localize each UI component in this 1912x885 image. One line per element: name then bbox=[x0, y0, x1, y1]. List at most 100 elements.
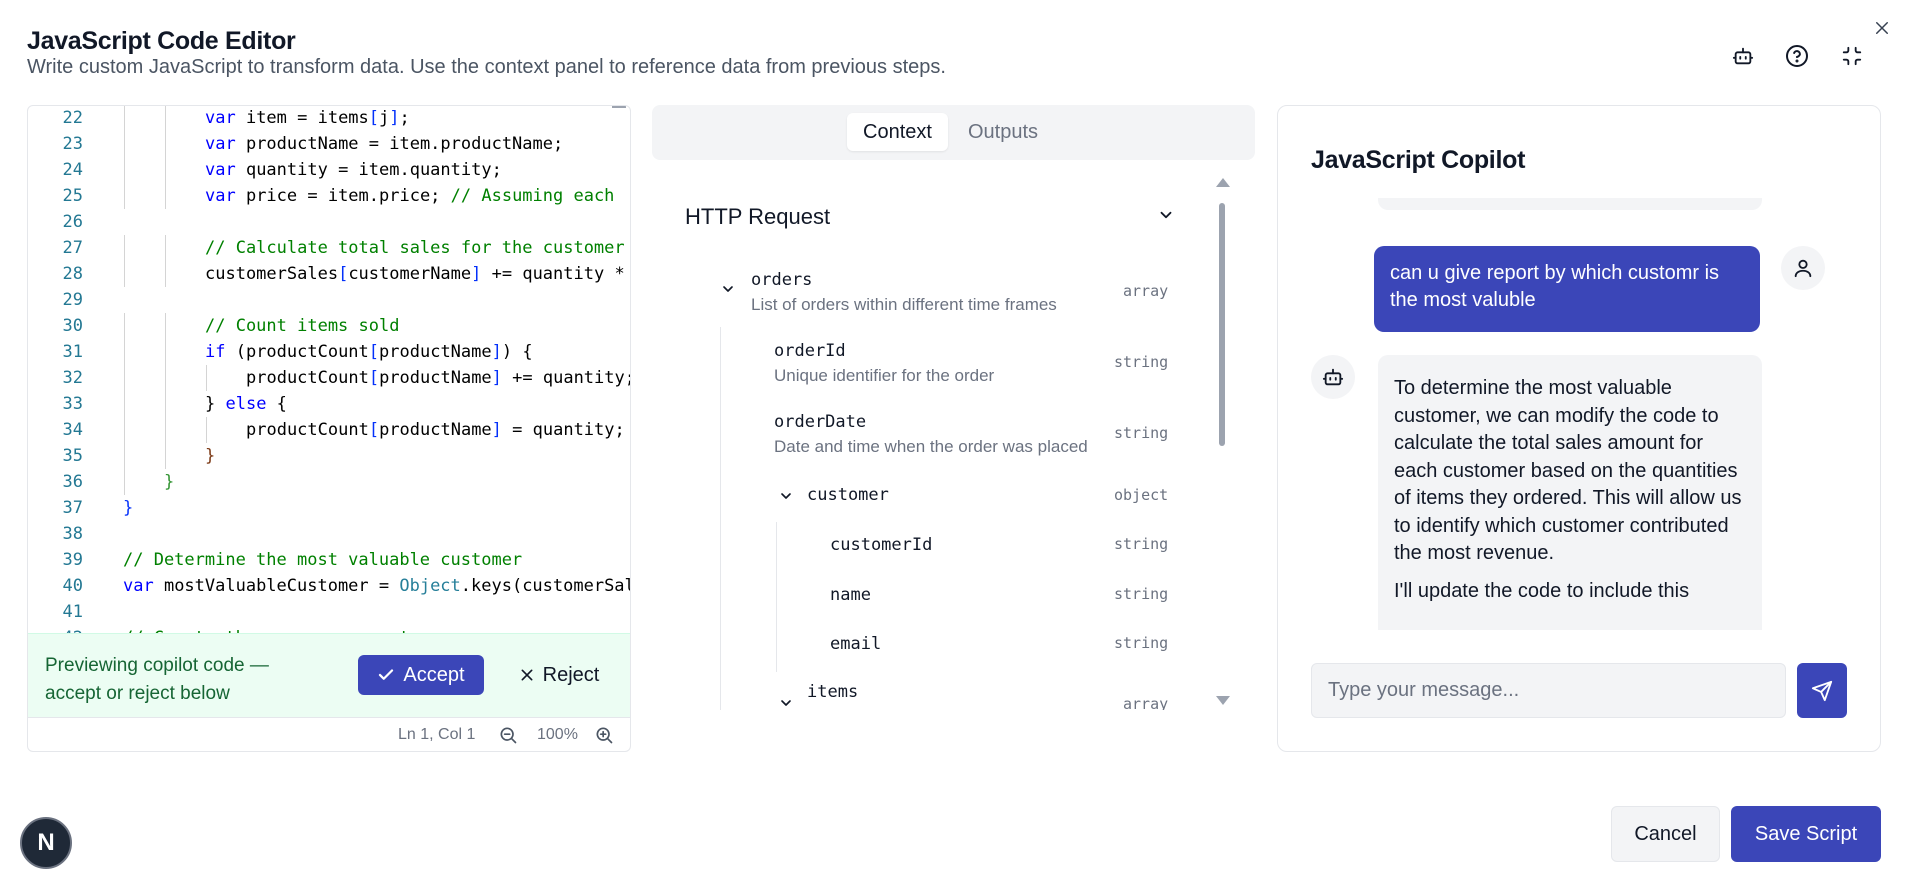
code-line[interactable]: 36} bbox=[28, 469, 630, 495]
code-text: var quantity = item.quantity; bbox=[205, 160, 502, 180]
bot-avatar-icon bbox=[1311, 355, 1355, 399]
line-number: 30 bbox=[62, 316, 83, 336]
field-customer[interactable]: customer bbox=[807, 485, 889, 505]
bot-icon[interactable] bbox=[1729, 42, 1757, 70]
close-icon[interactable] bbox=[1870, 16, 1894, 40]
code-line[interactable]: 22 var item = items[j]; bbox=[28, 106, 630, 131]
zoom-in-icon[interactable] bbox=[594, 725, 614, 750]
editor-scrollbar[interactable] bbox=[612, 106, 626, 112]
indent-guide bbox=[124, 443, 125, 469]
send-button[interactable] bbox=[1797, 663, 1847, 718]
cancel-button[interactable]: Cancel bbox=[1611, 806, 1720, 862]
code-line[interactable]: 39 // Determine the most valuable custome… bbox=[28, 547, 630, 573]
field-orders-type: array bbox=[1123, 282, 1169, 300]
copilot-panel: JavaScript Copilot can u give report by … bbox=[1277, 105, 1881, 752]
line-number: 38 bbox=[62, 524, 83, 544]
bot-message-paragraph-1: To determine the most valuable customer,… bbox=[1394, 377, 1742, 564]
code-line[interactable]: 32 productCount[productName] += quantity; bbox=[28, 365, 630, 391]
code-line[interactable]: 27 // Calculate total sales for the custo… bbox=[28, 235, 630, 261]
field-orders[interactable]: orders bbox=[751, 270, 812, 290]
bot-message: To determine the most valuable customer,… bbox=[1378, 355, 1762, 630]
line-number: 36 bbox=[62, 472, 83, 492]
code-line[interactable]: 24 var quantity = item.quantity; bbox=[28, 157, 630, 183]
message-input[interactable] bbox=[1311, 663, 1786, 718]
code-text: } bbox=[123, 498, 134, 518]
indent-guide bbox=[124, 183, 125, 209]
code-line[interactable]: 25 var price = item.price; // Assuming ea… bbox=[28, 183, 630, 209]
code-editor-dialog: JavaScript Code Editor Write custom Java… bbox=[0, 0, 1912, 885]
code-line[interactable]: 28 customerSales[customerName] += quantit… bbox=[28, 261, 630, 287]
code-line[interactable]: 42 // Create the summary report bbox=[28, 625, 630, 633]
help-circle-icon[interactable] bbox=[1783, 42, 1811, 70]
orders-chevron-down-icon[interactable] bbox=[720, 281, 736, 302]
app-badge[interactable]: N bbox=[20, 817, 72, 869]
indent-guide bbox=[165, 313, 166, 339]
code-text: } bbox=[164, 472, 175, 492]
indent-guide bbox=[165, 261, 166, 287]
field-orderdate[interactable]: orderDate bbox=[774, 412, 866, 432]
code-line[interactable]: 38 bbox=[28, 521, 630, 547]
code-line[interactable]: 33} else { bbox=[28, 391, 630, 417]
code-line[interactable]: 35} bbox=[28, 443, 630, 469]
code-line[interactable]: 37} bbox=[28, 495, 630, 521]
field-orderid[interactable]: orderId bbox=[774, 341, 846, 361]
code-text: // Count items sold bbox=[205, 316, 400, 336]
code-text: var productName = item.productName; bbox=[205, 134, 564, 154]
code-area[interactable]: 22 var item = items[j]; 23 var productName … bbox=[28, 106, 630, 633]
field-name[interactable]: name bbox=[830, 585, 871, 605]
editor-status-bar: Ln 1, Col 1 100% bbox=[28, 717, 630, 751]
field-email-type: string bbox=[1114, 634, 1169, 652]
line-number: 40 bbox=[62, 576, 83, 596]
line-number: 31 bbox=[62, 342, 83, 362]
code-line[interactable]: 40 var mostValuableCustomer = Object.keys… bbox=[28, 573, 630, 599]
send-icon bbox=[1811, 680, 1833, 701]
reject-button[interactable]: Reject bbox=[504, 655, 614, 695]
preview-message: Previewing copilot code — accept or reje… bbox=[45, 655, 269, 704]
tab-context[interactable]: Context bbox=[847, 113, 948, 151]
line-number: 37 bbox=[62, 498, 83, 518]
field-items[interactable]: items bbox=[807, 682, 858, 702]
minimize-icon[interactable] bbox=[1838, 42, 1866, 70]
x-icon bbox=[521, 669, 533, 681]
code-line[interactable]: 34 productCount[productName] = quantity; bbox=[28, 417, 630, 443]
indent-guide bbox=[124, 261, 125, 287]
scroll-down-icon[interactable] bbox=[1216, 696, 1230, 705]
code-text: } else { bbox=[205, 394, 287, 414]
field-customerid[interactable]: customerId bbox=[830, 535, 932, 555]
field-orderid-type: string bbox=[1114, 353, 1169, 371]
customer-chevron-down-icon[interactable] bbox=[778, 488, 794, 509]
code-text: var mostValuableCustomer = Object.keys(c… bbox=[123, 576, 630, 596]
line-number: 34 bbox=[62, 420, 83, 440]
dialog-title: JavaScript Code Editor bbox=[27, 27, 296, 55]
zoom-out-icon[interactable] bbox=[498, 725, 518, 750]
indent-guide bbox=[165, 365, 166, 391]
bot-message-paragraph-2: I'll update the code to include this bbox=[1394, 579, 1690, 602]
code-line[interactable]: 31 if (productCount[productName]) { bbox=[28, 339, 630, 365]
field-orderdate-type: string bbox=[1114, 424, 1169, 442]
context-scrollbar[interactable] bbox=[1219, 203, 1225, 446]
field-email[interactable]: email bbox=[830, 634, 881, 654]
reject-label: Reject bbox=[542, 663, 600, 686]
code-line[interactable]: 41 bbox=[28, 599, 630, 625]
save-script-button[interactable]: Save Script bbox=[1731, 806, 1881, 862]
indent-guide bbox=[165, 235, 166, 261]
code-line[interactable]: 30 // Count items sold bbox=[28, 313, 630, 339]
chevron-down-icon[interactable] bbox=[1157, 206, 1175, 229]
indent-guide bbox=[124, 106, 125, 131]
code-line[interactable]: 26 bbox=[28, 209, 630, 235]
code-line[interactable]: 29 bbox=[28, 287, 630, 313]
scroll-up-icon[interactable] bbox=[1216, 178, 1230, 187]
accept-button[interactable]: Accept bbox=[358, 655, 484, 695]
field-customerid-type: string bbox=[1114, 535, 1169, 553]
cursor-position: Ln 1, Col 1 bbox=[398, 726, 476, 743]
items-chevron-down-icon[interactable] bbox=[778, 695, 794, 710]
code-text: var price = item.price; // Assuming each bbox=[205, 186, 615, 206]
line-number: 23 bbox=[62, 134, 83, 154]
line-number: 28 bbox=[62, 264, 83, 284]
user-message: can u give report by which customr is th… bbox=[1374, 246, 1760, 332]
code-text: var item = items[j]; bbox=[205, 108, 410, 128]
tab-outputs[interactable]: Outputs bbox=[952, 113, 1054, 151]
code-line[interactable]: 23 var productName = item.productName; bbox=[28, 131, 630, 157]
indent-guide bbox=[124, 339, 125, 365]
line-number: 32 bbox=[62, 368, 83, 388]
